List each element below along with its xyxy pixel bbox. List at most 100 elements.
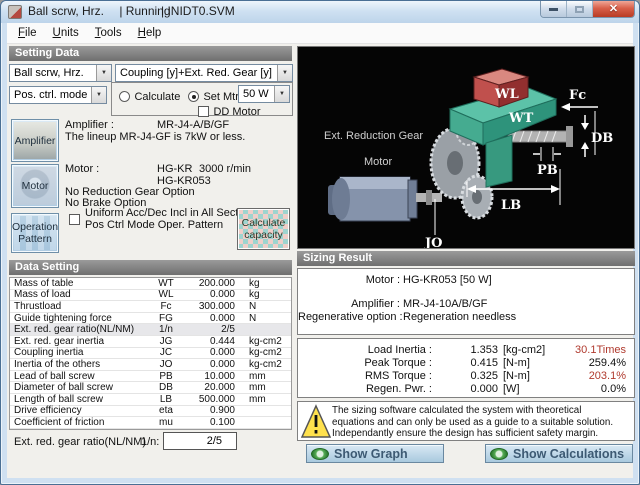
edit-field-label: Ext. red. gear ratio(NL/NM) <box>14 436 146 448</box>
result-regen-label: Regenerative option : <box>298 311 400 323</box>
eye-icon <box>490 448 508 460</box>
motor-button[interactable]: Motor <box>11 164 59 208</box>
capacity-dropdown[interactable]: 50 W ▼ <box>238 85 290 103</box>
maximize-button[interactable] <box>567 1 593 17</box>
metric-peak-torque-value: 0.415 <box>432 357 498 369</box>
metric-load-inertia-ratio: 30.1Times <box>570 344 634 356</box>
operation-pattern-button[interactable]: Operation Pattern <box>11 213 59 253</box>
warning-line-1: The sizing software calculated the syste… <box>332 405 613 417</box>
metric-rms-torque-unit: [N-m] <box>498 370 570 382</box>
table-row[interactable]: Drive efficiencyeta0.900 <box>10 406 291 418</box>
metric-rms-torque-value: 0.325 <box>432 370 498 382</box>
table-row[interactable]: Diameter of ball screwDB20.000mm <box>10 382 291 394</box>
metric-rms-torque-ratio: 203.1% <box>570 370 634 382</box>
dd-motor-label: DD Motor <box>213 106 260 118</box>
dd-motor-checkbox[interactable]: DD Motor <box>198 102 261 120</box>
radio-selected-icon[interactable] <box>188 91 199 102</box>
table-row[interactable]: Length of ball screwLB500.000mm <box>10 394 291 406</box>
coupling-dropdown[interactable]: Coupling [y]+Ext. Red. Gear [y] ▼ <box>115 64 293 82</box>
metric-regen-pwr-ratio: 0.0% <box>570 383 634 395</box>
table-row[interactable]: Guide tightening forceFG0.000N <box>10 313 291 325</box>
diagram-label-wl: WL <box>494 87 519 102</box>
control-mode-value: Pos. ctrl. mode <box>10 89 91 101</box>
diagram-label-motor: Motor <box>364 156 392 168</box>
show-graph-button[interactable]: Show Graph <box>306 444 444 463</box>
amplifier-value: MR-J4-A/B/GF <box>157 119 229 131</box>
close-button[interactable]: ✕ <box>593 1 634 17</box>
diagram-label-db: DB <box>591 131 613 146</box>
title-bar[interactable]: Ball scrw, Hrz. | Running | INIDT0.SVM ✕ <box>1 1 639 23</box>
mechanism-dropdown[interactable]: Ball scrw, Hrz. ▼ <box>9 64 112 82</box>
close-icon: ✕ <box>609 4 618 15</box>
diagram-label-pb: PB <box>537 163 558 178</box>
edit-value-input[interactable] <box>163 432 237 450</box>
warning-line-2: equations and can only be used as a guid… <box>332 417 613 429</box>
app-icon <box>8 5 22 19</box>
amplifier-button[interactable]: Amplifier <box>11 119 59 162</box>
metric-load-inertia-label: Load Inertia : <box>298 344 432 356</box>
table-row-selected[interactable]: Ext. red. gear ratio(NL/NM)1/n2/5 <box>10 324 291 336</box>
operation-button-label1: Operation <box>12 221 58 233</box>
metric-peak-torque-unit: [N-m] <box>498 357 570 369</box>
radio-icon[interactable] <box>119 91 130 102</box>
menu-file[interactable]: File <box>10 25 45 41</box>
table-row[interactable]: Coupling inertiaJC0.000kg-cm2 <box>10 348 291 360</box>
title-mechanism: Ball scrw, Hrz. <box>28 4 104 18</box>
checkbox-icon[interactable] <box>198 106 209 117</box>
motor-selection-group: Calculate Set Mtr 50 W ▼ DD Motor <box>111 82 293 116</box>
calculate-radio-label: Calculate <box>134 91 180 103</box>
eye-icon <box>311 448 329 460</box>
sizing-result-metrics-box: Load Inertia : 1.353 [kg-cm2] 30.1Times … <box>297 338 635 398</box>
table-row[interactable]: Ext. red. gear inertiaJG0.444kg-cm2 <box>10 336 291 348</box>
warning-triangle-icon <box>301 404 331 440</box>
control-mode-dropdown[interactable]: Pos. ctrl. mode ▼ <box>9 86 107 104</box>
chevron-down-icon[interactable]: ▼ <box>96 65 111 81</box>
metric-rms-torque-label: RMS Torque : <box>298 370 432 382</box>
amplifier-label: Amplifier : <box>65 119 114 131</box>
menu-bar: File Units Tools Help <box>7 23 633 44</box>
metric-regen-pwr-value: 0.000 <box>432 383 498 395</box>
table-row[interactable]: Mass of loadWL0.000kg <box>10 290 291 302</box>
warning-line-3: Independantly ensure the design has suff… <box>332 428 613 440</box>
show-graph-label: Show Graph <box>334 447 408 461</box>
data-setting-table: Mass of tableWT200.000kg Mass of loadWL0… <box>9 277 292 430</box>
coupling-value: Coupling [y]+Ext. Red. Gear [y] <box>116 67 277 79</box>
sizing-result-selection-box: Motor : HG-KR053 [50 W] Amplifier : MR-J… <box>297 268 635 335</box>
capacity-value: 50 W <box>239 88 274 100</box>
window-controls: ✕ <box>540 1 635 18</box>
uniform-accdec-label2: Pos Ctrl Mode Oper. Pattern <box>85 219 223 231</box>
result-amplifier-label: Amplifier : <box>298 298 400 310</box>
operation-button-label2: Pattern <box>18 233 52 245</box>
edit-field-symbol: 1/n: <box>141 436 159 448</box>
chevron-down-icon[interactable]: ▼ <box>91 87 106 103</box>
table-row[interactable]: Coefficient of frictionmu0.100 <box>10 417 291 429</box>
motor-button-label: Motor <box>22 180 49 192</box>
calculate-capacity-button[interactable]: Calculate capacity <box>237 208 290 250</box>
amplifier-button-label: Amplifier <box>15 135 56 147</box>
ball-screw-illustration: WL WT Fc DB PB LB JO Ext. Reduction Gear… <box>298 47 634 248</box>
uniform-accdec-checkbox[interactable] <box>69 214 80 225</box>
menu-help[interactable]: Help <box>130 25 170 41</box>
metric-peak-torque-label: Peak Torque : <box>298 357 432 369</box>
title-file: | INIDT0.SVM <box>161 4 235 18</box>
menu-units[interactable]: Units <box>45 25 87 41</box>
menu-tools[interactable]: Tools <box>87 25 130 41</box>
table-row[interactable]: ThrustloadFc300.000N <box>10 301 291 313</box>
table-row[interactable]: Inertia of the othersJO0.000kg-cm2 <box>10 359 291 371</box>
minimize-button[interactable] <box>541 1 567 17</box>
mechanism-diagram: WL WT Fc DB PB LB JO Ext. Reduction Gear… <box>297 46 635 249</box>
diagram-label-fc: Fc <box>569 88 586 103</box>
table-row[interactable]: Lead of ball screwPB10.000mm <box>10 371 291 383</box>
motor-label: Motor : <box>65 163 99 175</box>
show-calculations-button[interactable]: Show Calculations <box>485 444 633 463</box>
amplifier-note: The lineup MR-J4-GF is 7kW or less. <box>65 131 245 143</box>
table-row[interactable]: Mass of tableWT200.000kg <box>10 278 291 290</box>
calculate-radio[interactable]: Calculate <box>119 87 180 105</box>
result-motor-label: Motor : <box>298 274 400 286</box>
chevron-down-icon[interactable]: ▼ <box>277 65 292 81</box>
main-content: Setting Data Ball scrw, Hrz. ▼ Coupling … <box>7 44 633 478</box>
chevron-down-icon[interactable]: ▼ <box>274 86 289 102</box>
maximize-icon <box>575 6 584 13</box>
motor-speed: 3000 r/min <box>199 163 251 175</box>
diagram-label-lb: LB <box>501 198 521 213</box>
